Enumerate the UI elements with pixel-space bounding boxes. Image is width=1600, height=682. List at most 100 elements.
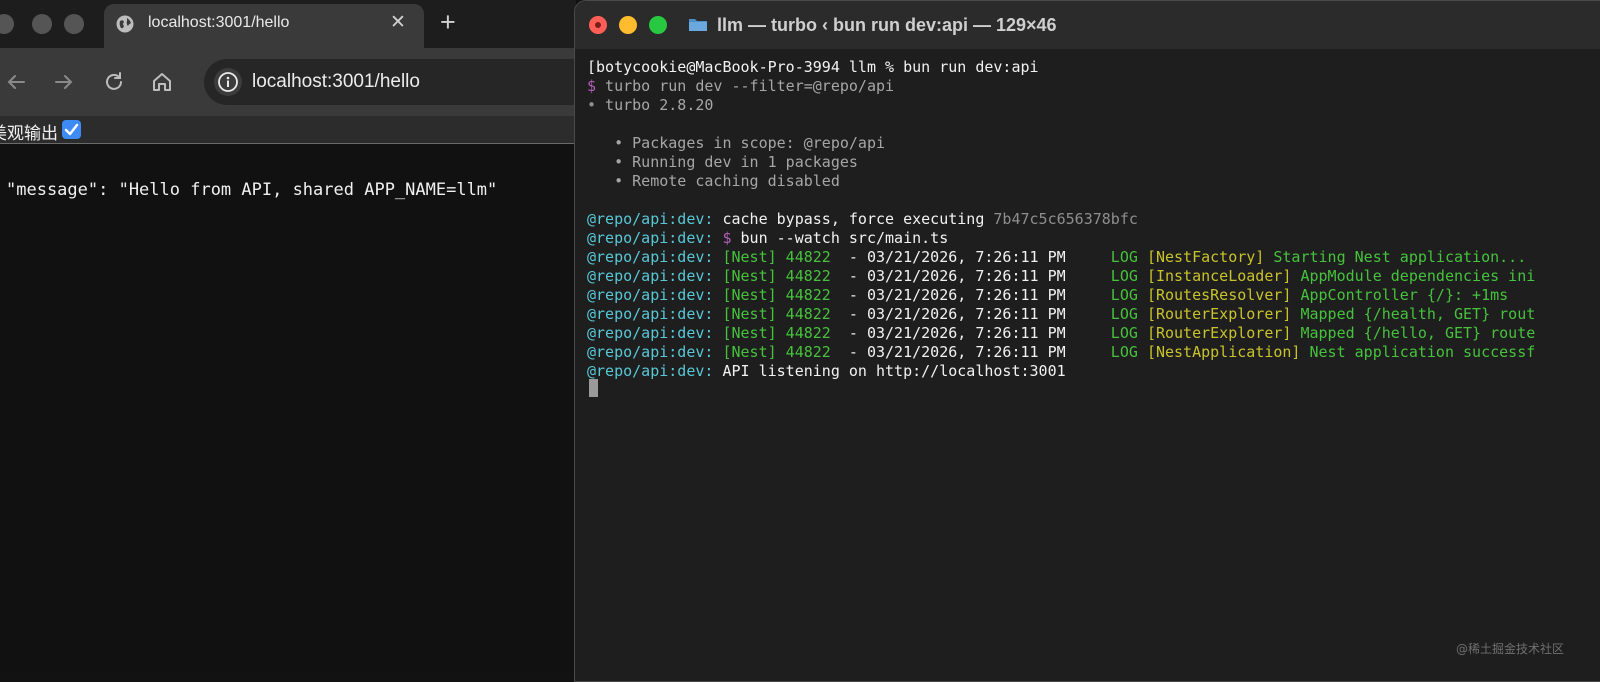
bullet: • bbox=[587, 96, 597, 114]
watch-command: bun --watch src/main.ts bbox=[731, 229, 949, 247]
nest-log-line: @repo/api:dev: [Nest] 44822 - 03/21/2026… bbox=[587, 324, 1535, 343]
nest-log-line: @repo/api:dev: [Nest] 44822 - 03/21/2026… bbox=[587, 343, 1535, 362]
log-dash: - bbox=[830, 267, 867, 285]
terminal-output[interactable]: [botycookie@MacBook-Pro-3994 llm % bun r… bbox=[575, 49, 1600, 679]
log-prefix: @repo/api:dev: bbox=[587, 286, 714, 304]
task-prefix: @repo/api:dev: bbox=[587, 229, 714, 247]
log-message: Nest application successf bbox=[1300, 343, 1536, 361]
log-nest-pid: [Nest] 44822 bbox=[713, 267, 831, 285]
watch-command-line: @repo/api:dev: $ bun --watch src/main.ts bbox=[587, 229, 948, 248]
log-message: Starting Nest application... bbox=[1264, 248, 1527, 266]
log-message: Mapped {/health, GET} rout bbox=[1291, 305, 1536, 323]
log-dash: - bbox=[830, 305, 867, 323]
terminal-window: llm — turbo ‹ bun run dev:api — 129×46 [… bbox=[574, 0, 1600, 682]
log-nest-pid: [Nest] 44822 bbox=[713, 324, 831, 342]
running-line: • Running dev in 1 packages bbox=[587, 153, 858, 171]
back-arrow-icon[interactable] bbox=[4, 70, 28, 94]
watermark: @稀土掘金技术社区 bbox=[1455, 642, 1564, 656]
log-level: LOG bbox=[1065, 267, 1147, 285]
shell-prompt-line: [botycookie@MacBook-Pro-3994 llm % bun r… bbox=[587, 58, 1039, 76]
turbo-version-line: • turbo 2.8.20 bbox=[587, 96, 713, 115]
address-url[interactable]: localhost:3001/hello bbox=[252, 71, 420, 93]
home-icon[interactable] bbox=[150, 70, 174, 94]
remote-caching-line: • Remote caching disabled bbox=[587, 172, 840, 190]
browser-tab[interactable]: localhost:3001/hello ✕ bbox=[104, 4, 424, 52]
browser-tab-bar: localhost:3001/hello ✕ + bbox=[0, 0, 576, 52]
close-icon[interactable]: ✕ bbox=[390, 11, 406, 34]
nest-log-line: @repo/api:dev: [Nest] 44822 - 03/21/2026… bbox=[587, 267, 1535, 286]
log-context: [NestApplication] bbox=[1146, 343, 1301, 361]
traffic-close-button[interactable] bbox=[589, 16, 607, 34]
log-context: [RouterExplorer] bbox=[1146, 324, 1292, 342]
forward-arrow-icon[interactable] bbox=[52, 70, 76, 94]
listening-line: @repo/api:dev: API listening on http://l… bbox=[587, 362, 1066, 381]
dollar-sign: $ bbox=[713, 229, 732, 247]
turbo-command: turbo run dev --filter=@repo/api bbox=[596, 77, 895, 95]
log-context: [RouterExplorer] bbox=[1146, 305, 1292, 323]
log-prefix: @repo/api:dev: bbox=[587, 305, 714, 323]
log-timestamp: 03/21/2026, 7:26:11 PM bbox=[866, 286, 1066, 304]
nest-log-line: @repo/api:dev: [Nest] 44822 - 03/21/2026… bbox=[587, 286, 1508, 305]
log-level: LOG bbox=[1065, 305, 1147, 323]
terminal-title-bar: llm — turbo ‹ bun run dev:api — 129×46 bbox=[575, 1, 1600, 50]
scope-line: • Packages in scope: @repo/api bbox=[587, 134, 886, 152]
log-nest-pid: [Nest] 44822 bbox=[713, 286, 831, 304]
cache-bypass-line: @repo/api:dev: cache bypass, force execu… bbox=[587, 210, 1138, 229]
folder-icon bbox=[689, 19, 707, 31]
dollar-sign: $ bbox=[587, 77, 597, 95]
pretty-print-bar: 美观输出 bbox=[0, 116, 576, 144]
reload-icon[interactable] bbox=[102, 70, 126, 94]
log-context: [InstanceLoader] bbox=[1146, 267, 1292, 285]
log-prefix: @repo/api:dev: bbox=[587, 343, 714, 361]
traffic-maximize-button[interactable] bbox=[649, 16, 667, 34]
address-bar[interactable]: localhost:3001/hello bbox=[204, 59, 576, 105]
log-message: AppController {/}: +1ms bbox=[1291, 286, 1509, 304]
log-nest-pid: [Nest] 44822 bbox=[713, 343, 831, 361]
listening-text: API listening on http://localhost:3001 bbox=[713, 362, 1066, 380]
pretty-print-label: 美观输出 bbox=[0, 124, 58, 144]
globe-icon bbox=[116, 15, 134, 33]
json-message-line: "message": "Hello from API, shared APP_N… bbox=[6, 180, 498, 200]
cache-text: cache bypass, force executing bbox=[713, 210, 994, 228]
window-maximize-dot[interactable] bbox=[64, 14, 84, 34]
task-prefix: @repo/api:dev: bbox=[587, 210, 714, 228]
log-level: LOG bbox=[1065, 248, 1147, 266]
task-prefix: @repo/api:dev: bbox=[587, 362, 714, 380]
log-dash: - bbox=[830, 286, 867, 304]
log-timestamp: 03/21/2026, 7:26:11 PM bbox=[866, 305, 1066, 323]
log-dash: - bbox=[830, 324, 867, 342]
turbo-version: turbo 2.8.20 bbox=[596, 96, 714, 114]
terminal-title: llm — turbo ‹ bun run dev:api — 129×46 bbox=[717, 15, 1057, 35]
log-prefix: @repo/api:dev: bbox=[587, 267, 714, 285]
log-prefix: @repo/api:dev: bbox=[587, 324, 714, 342]
log-level: LOG bbox=[1065, 286, 1147, 304]
log-prefix: @repo/api:dev: bbox=[587, 248, 714, 266]
log-nest-pid: [Nest] 44822 bbox=[713, 248, 831, 266]
nest-log-line: @repo/api:dev: [Nest] 44822 - 03/21/2026… bbox=[587, 305, 1535, 324]
log-timestamp: 03/21/2026, 7:26:11 PM bbox=[866, 267, 1066, 285]
window-minimize-dot[interactable] bbox=[32, 14, 52, 34]
browser-toolbar: localhost:3001/hello bbox=[0, 48, 576, 116]
log-timestamp: 03/21/2026, 7:26:11 PM bbox=[866, 343, 1066, 361]
plus-icon[interactable]: + bbox=[440, 8, 456, 36]
log-context: [NestFactory] bbox=[1146, 248, 1265, 266]
log-nest-pid: [Nest] 44822 bbox=[713, 305, 831, 323]
log-dash: - bbox=[830, 248, 867, 266]
checkbox-checked-icon[interactable] bbox=[62, 120, 81, 139]
turbo-command-line: $ turbo run dev --filter=@repo/api bbox=[587, 77, 894, 96]
log-message: Mapped {/hello, GET} route bbox=[1291, 324, 1536, 342]
log-level: LOG bbox=[1065, 324, 1147, 342]
tab-title: localhost:3001/hello bbox=[148, 14, 290, 31]
traffic-minimize-button[interactable] bbox=[619, 16, 637, 34]
log-timestamp: 03/21/2026, 7:26:11 PM bbox=[866, 248, 1066, 266]
log-dash: - bbox=[830, 343, 867, 361]
window-close-dot[interactable] bbox=[0, 14, 14, 34]
log-timestamp: 03/21/2026, 7:26:11 PM bbox=[866, 324, 1066, 342]
log-context: [RoutesResolver] bbox=[1146, 286, 1292, 304]
info-icon[interactable] bbox=[214, 68, 242, 96]
nest-log-line: @repo/api:dev: [Nest] 44822 - 03/21/2026… bbox=[587, 248, 1526, 267]
cache-hash: 7b47c5c656378bfc bbox=[993, 210, 1138, 228]
log-message: AppModule dependencies ini bbox=[1291, 267, 1536, 285]
terminal-cursor bbox=[589, 379, 598, 397]
browser-window: localhost:3001/hello ✕ + localhost:3001/… bbox=[0, 0, 576, 671]
